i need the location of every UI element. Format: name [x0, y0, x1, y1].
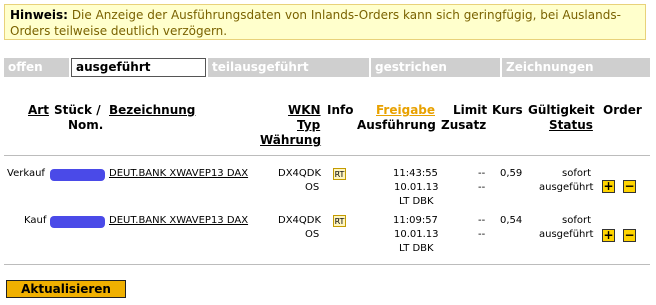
price-value: 0,54 — [500, 215, 523, 226]
header-ausfuehrung: Ausführung — [357, 118, 436, 132]
header-divider — [4, 155, 650, 156]
header-limit: Limit — [453, 103, 488, 117]
add-order-button[interactable]: + — [602, 180, 615, 193]
status-value: ausgeführt — [539, 182, 594, 193]
redacted-quantity — [50, 216, 105, 228]
hint-box: Hinweis: Die Anzeige der Ausführungsdate… — [4, 4, 646, 40]
price-value: 0,59 — [500, 168, 523, 179]
header-nom: Nom. — [68, 118, 104, 132]
zusatz-value: -- — [478, 182, 486, 193]
add-order-button[interactable]: + — [602, 229, 615, 242]
redacted-quantity — [50, 169, 105, 181]
cancel-order-button[interactable]: − — [623, 180, 636, 193]
security-link[interactable]: DEUT.BANK XWAVEP13 DAX — [109, 214, 248, 228]
execution-time: 11:43:55 — [393, 168, 438, 179]
tab-teilausgefuehrt[interactable]: teilausgeführt — [208, 58, 369, 77]
header-typ[interactable]: Typ — [297, 118, 320, 133]
zusatz-value: -- — [478, 229, 486, 240]
execution-place: LT DBK — [399, 196, 434, 207]
limit-value: -- — [478, 215, 486, 226]
validity-value: sofort — [562, 168, 591, 179]
wkn-value: DX4QDK — [278, 215, 322, 226]
order-type: Kauf — [24, 215, 47, 226]
type-value: OS — [305, 229, 320, 240]
hint-label: Hinweis: — [10, 8, 68, 22]
header-waehrung[interactable]: Währung — [260, 133, 321, 148]
header-kurs: Kurs — [492, 103, 523, 117]
execution-date: 10.01.13 — [394, 229, 439, 240]
tab-zeichnungen[interactable]: Zeichnungen — [502, 58, 650, 77]
header-info: Info — [327, 103, 354, 117]
tab-offen[interactable]: offen — [4, 58, 69, 77]
refresh-button[interactable]: Aktualisieren — [6, 280, 126, 298]
execution-place: LT DBK — [399, 243, 434, 254]
tab-ausgefuehrt[interactable]: ausgeführt — [71, 58, 206, 77]
header-art[interactable]: Art — [28, 103, 49, 118]
type-value: OS — [305, 182, 320, 193]
header-status[interactable]: Status — [549, 118, 593, 133]
security-link[interactable]: DEUT.BANK XWAVEP13 DAX — [109, 167, 248, 181]
header-order: Order — [603, 103, 642, 117]
header-gueltigkeit: Gültigkeit — [528, 103, 595, 117]
header-wkn[interactable]: WKN — [288, 103, 321, 118]
hint-text: Die Anzeige der Ausführungsdaten von Inl… — [10, 8, 621, 38]
order-type: Verkauf — [7, 168, 45, 179]
header-zusatz: Zusatz — [441, 118, 487, 132]
execution-date: 10.01.13 — [394, 182, 439, 193]
tab-gestrichen[interactable]: gestrichen — [371, 58, 500, 77]
limit-value: -- — [478, 168, 486, 179]
validity-value: sofort — [562, 215, 591, 226]
header-stueck: Stück / — [54, 103, 101, 117]
wkn-value: DX4QDK — [278, 168, 322, 179]
header-bezeichnung[interactable]: Bezeichnung — [109, 103, 195, 118]
realtime-info-icon[interactable]: RT — [333, 168, 346, 180]
execution-time: 11:09:57 — [393, 215, 438, 226]
table-bottom-divider — [4, 264, 650, 265]
header-freigabe[interactable]: Freigabe — [376, 103, 435, 118]
realtime-info-icon[interactable]: RT — [333, 215, 346, 227]
order-status-tabs: offen ausgeführt teilausgeführt gestrich… — [4, 58, 650, 77]
status-value: ausgeführt — [539, 229, 594, 240]
cancel-order-button[interactable]: − — [623, 229, 636, 242]
